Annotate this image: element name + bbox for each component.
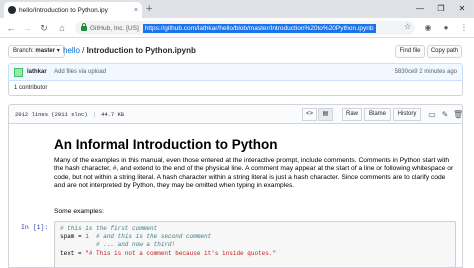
raw-button[interactable]: Raw [342,108,362,121]
breadcrumb-repo-link[interactable]: hello [63,46,80,55]
file-size: 44.7 KB [100,111,125,118]
forward-icon[interactable]: → [20,21,34,35]
browser-tab-strip: hello/Introduction to Python.ipy × + — ❐… [0,0,474,18]
code-text: spam = [60,233,86,241]
commit-author[interactable]: lathkar [27,69,47,75]
commit-time: 2 minutes ago [419,69,457,75]
breadcrumb-file: Introduction to Python.ipynb [86,46,196,55]
chevron-down-icon: ▾ [56,48,60,54]
browser-toolbar: ← → ↻ ⌂ GitHub, Inc. [US] https://github… [0,18,474,38]
rendered-view-icon[interactable]: ▤ [318,108,333,121]
commit-sha[interactable]: 5830ce9 [395,69,418,75]
pencil-icon[interactable]: ✎ [440,110,450,120]
profile-icon[interactable]: ● [440,22,452,34]
breadcrumb-separator: / [79,46,87,55]
desktop-icon[interactable]: ▭ [427,110,437,120]
menu-icon[interactable]: ⋮ [458,22,470,34]
notebook-heading: An Informal Introduction to Python [54,137,278,152]
file-header: 2012 lines (2011 sloc) | 44.7 KB <> ▤ Raw … [8,104,463,124]
contributors-link[interactable]: 1 contributor [14,85,47,91]
code-text: text = [60,249,86,257]
notebook-paragraph: Many of the examples in this manual, eve… [54,157,454,190]
notebook-some-examples: Some examples: [54,208,104,215]
cell-prompt: In [1]: [21,224,49,231]
notebook-viewer: An Informal Introduction to Python Many … [8,124,463,268]
latest-commit-box: lathkar Add files via upload 5830ce9 2 m… [8,63,463,81]
site-identity: GitHub, Inc. [US] [90,24,139,32]
commit-message[interactable]: Add files via upload [54,69,106,75]
breadcrumb: hello / Introduction to Python.ipynb [63,46,196,55]
history-button[interactable]: History [393,108,421,121]
new-tab-button[interactable]: + [146,2,152,16]
contributors-box: 1 contributor [8,81,463,96]
star-icon[interactable]: ☆ [404,22,411,31]
branch-select[interactable]: Branch: master ▾ [8,45,65,58]
branch-label: Branch: [13,48,34,54]
code-line-4: text = "# This is not a comment because … [60,250,450,258]
avatar[interactable] [14,68,23,77]
code-line-2: spam = 1 # and this is the second commen… [60,233,450,241]
code-view-icon[interactable]: <> [302,108,317,121]
github-favicon-icon [8,6,16,14]
lock-icon [81,22,87,31]
copy-path-button[interactable]: Copy path [427,45,462,58]
file-lines: 2012 lines (2011 sloc) [15,111,88,118]
back-icon[interactable]: ← [4,21,18,35]
minimize-button[interactable]: — [410,0,430,18]
reload-icon[interactable]: ↻ [37,21,51,35]
extension-icon[interactable]: ◉ [422,22,434,34]
tab-title: hello/Introduction to Python.ipy [19,6,108,14]
browser-tab[interactable]: hello/Introduction to Python.ipy × [4,2,142,18]
trash-icon[interactable]: 🗑 [453,110,463,120]
code-string: "# This is not a comment because it's in… [85,249,277,257]
url-text[interactable]: https://github.com/lathkar/hello/blob/ma… [142,23,376,33]
maximize-button[interactable]: ❐ [431,0,451,18]
code-comment: # and this is the second comment [88,233,212,241]
home-icon[interactable]: ⌂ [55,21,69,35]
branch-name: master [35,48,56,54]
find-file-button[interactable]: Find file [395,45,425,58]
close-window-button[interactable]: ✕ [452,0,472,18]
commit-meta: 5830ce9 2 minutes ago [395,69,457,75]
blame-button[interactable]: Blame [364,108,391,121]
file-info: 2012 lines (2011 sloc) | 44.7 KB [15,111,125,118]
code-line-1: # this is the first comment [60,225,158,232]
tab-close-icon[interactable]: × [134,7,138,14]
code-line-3: # ... and now a third! [60,241,176,249]
code-cell: # this is the first comment spam = 1 # a… [54,221,456,267]
address-bar[interactable]: GitHub, Inc. [US] https://github.com/lat… [75,21,415,35]
